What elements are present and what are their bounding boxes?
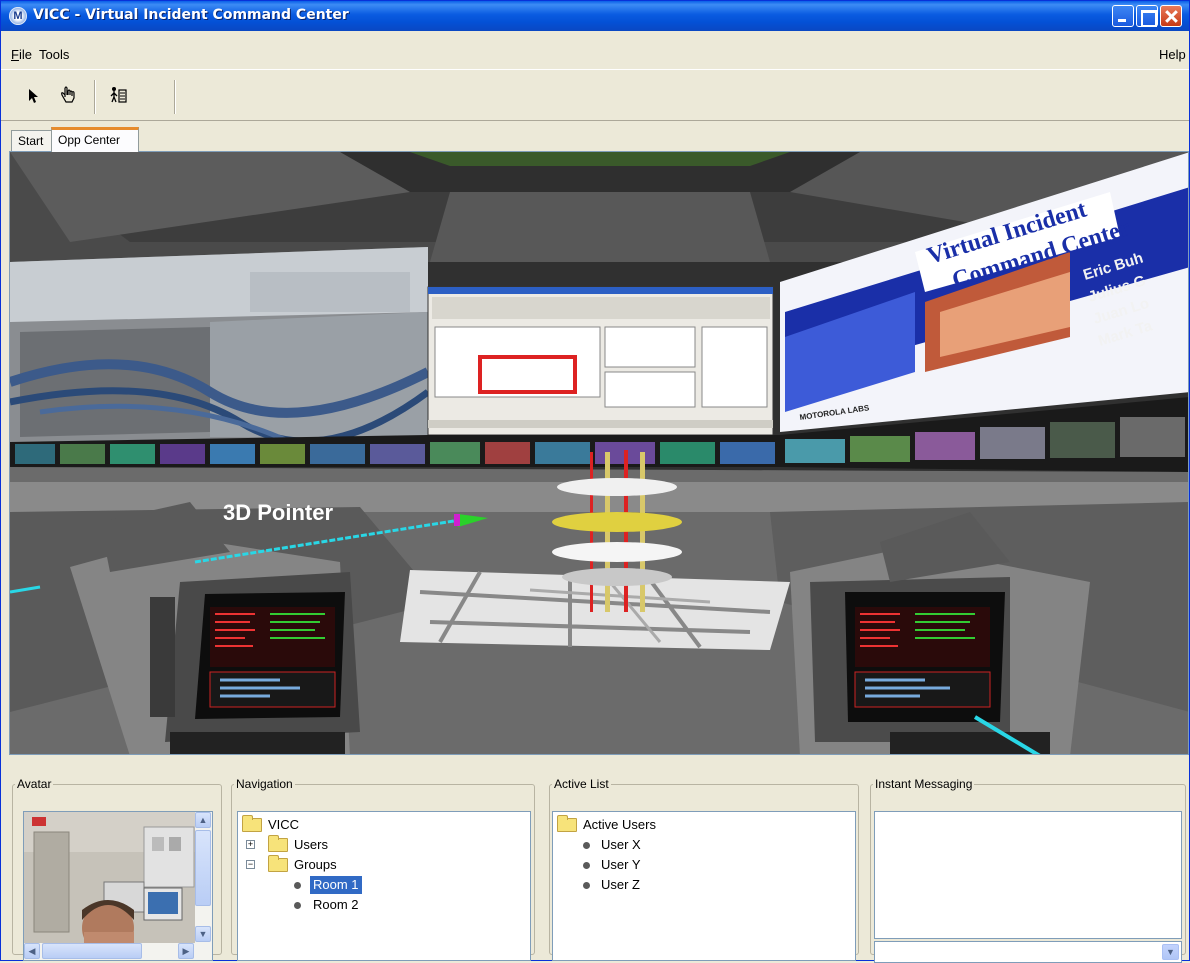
scroll-right-icon[interactable]: ▶ (178, 943, 194, 959)
chevron-down-icon[interactable]: ▼ (1162, 944, 1179, 960)
navigation-legend: Navigation (236, 777, 293, 791)
scroll-up-icon[interactable]: ▲ (195, 812, 211, 828)
menu-tools[interactable]: Tools (39, 47, 69, 62)
message-input-combo[interactable]: ▼ (874, 941, 1182, 963)
toolbar-separator (94, 80, 96, 114)
app-window: M VICC - Virtual Incident Command Center… (0, 0, 1190, 963)
menu-file[interactable]: File (11, 47, 32, 62)
maximize-button[interactable] (1136, 5, 1158, 27)
tree-label-selected: Room 1 (309, 875, 363, 895)
folder-icon (268, 855, 288, 872)
navigation-panel: Navigation VICC + Users − Groups Room 1 … (231, 777, 535, 961)
bullet-icon (583, 842, 590, 849)
minimize-button[interactable] (1112, 5, 1134, 27)
scroll-thumb[interactable] (195, 830, 211, 906)
tree-label: Users (294, 837, 328, 852)
bullet-icon (294, 882, 301, 889)
tree-label: Groups (294, 857, 337, 872)
window-title: VICC - Virtual Incident Command Center (33, 7, 349, 23)
bullet-icon (294, 902, 301, 909)
toolbar-separator (174, 80, 176, 114)
title-bar[interactable]: M VICC - Virtual Incident Command Center (1, 1, 1189, 31)
toolbar (1, 69, 1189, 121)
hand-icon[interactable] (55, 82, 81, 108)
tab-start[interactable]: Start (11, 130, 53, 152)
avatar-video[interactable]: ▲ ▼ ◀ ▶ (23, 811, 213, 961)
active-list-panel: Active List Active Users User X User Y U… (549, 777, 859, 961)
active-users-tree: Active Users User X User Y User Z (552, 811, 856, 961)
avatar-vertical-scrollbar[interactable]: ▲ ▼ (195, 812, 212, 944)
webcam-image (24, 812, 197, 954)
arrow-pointer-icon[interactable] (19, 82, 45, 108)
active-list-legend: Active List (554, 777, 609, 791)
scroll-left-icon[interactable]: ◀ (24, 943, 40, 959)
folder-icon (268, 835, 288, 852)
avatar-horizontal-scrollbar[interactable]: ◀ ▶ (24, 943, 212, 960)
tree-label: VICC (268, 817, 300, 832)
motorola-logo-icon: M (9, 7, 27, 25)
avatar-legend: Avatar (17, 777, 52, 791)
expand-icon[interactable]: + (246, 840, 255, 849)
collapse-icon[interactable]: − (246, 860, 255, 869)
menu-help[interactable]: Help (1159, 47, 1186, 62)
tree-label: Active Users (583, 817, 656, 832)
bullet-icon (583, 882, 590, 889)
3d-pointer-label: 3D Pointer (223, 500, 334, 525)
avatar-panel: Avatar ▲ ▼ ◀ ▶ (12, 777, 222, 961)
navigate-figure-icon[interactable] (105, 82, 131, 108)
tree-label: Room 2 (313, 897, 359, 912)
instant-messaging-legend: Instant Messaging (875, 777, 973, 791)
instant-messaging-panel: Instant Messaging ▼ (870, 777, 1186, 963)
user-label: User Y (601, 857, 641, 872)
folder-icon (557, 815, 577, 832)
navigation-tree: VICC + Users − Groups Room 1 Room 2 (237, 811, 531, 961)
menu-bar: File Tools Help (1, 43, 1189, 65)
user-label: User X (601, 837, 641, 852)
scroll-thumb[interactable] (42, 943, 142, 959)
scroll-down-icon[interactable]: ▼ (195, 926, 211, 942)
bullet-icon (583, 862, 590, 869)
bottom-panels: Avatar ▲ ▼ ◀ ▶ Navigation VICC + Users −… (1, 759, 1189, 963)
close-button[interactable] (1160, 5, 1182, 27)
folder-icon (242, 815, 262, 832)
tab-opp-center[interactable]: Opp Center (51, 127, 139, 152)
user-label: User Z (601, 877, 640, 892)
3d-viewport[interactable]: Virtual Incident Command Center Eric Buh… (9, 151, 1189, 755)
message-history[interactable] (874, 811, 1182, 939)
